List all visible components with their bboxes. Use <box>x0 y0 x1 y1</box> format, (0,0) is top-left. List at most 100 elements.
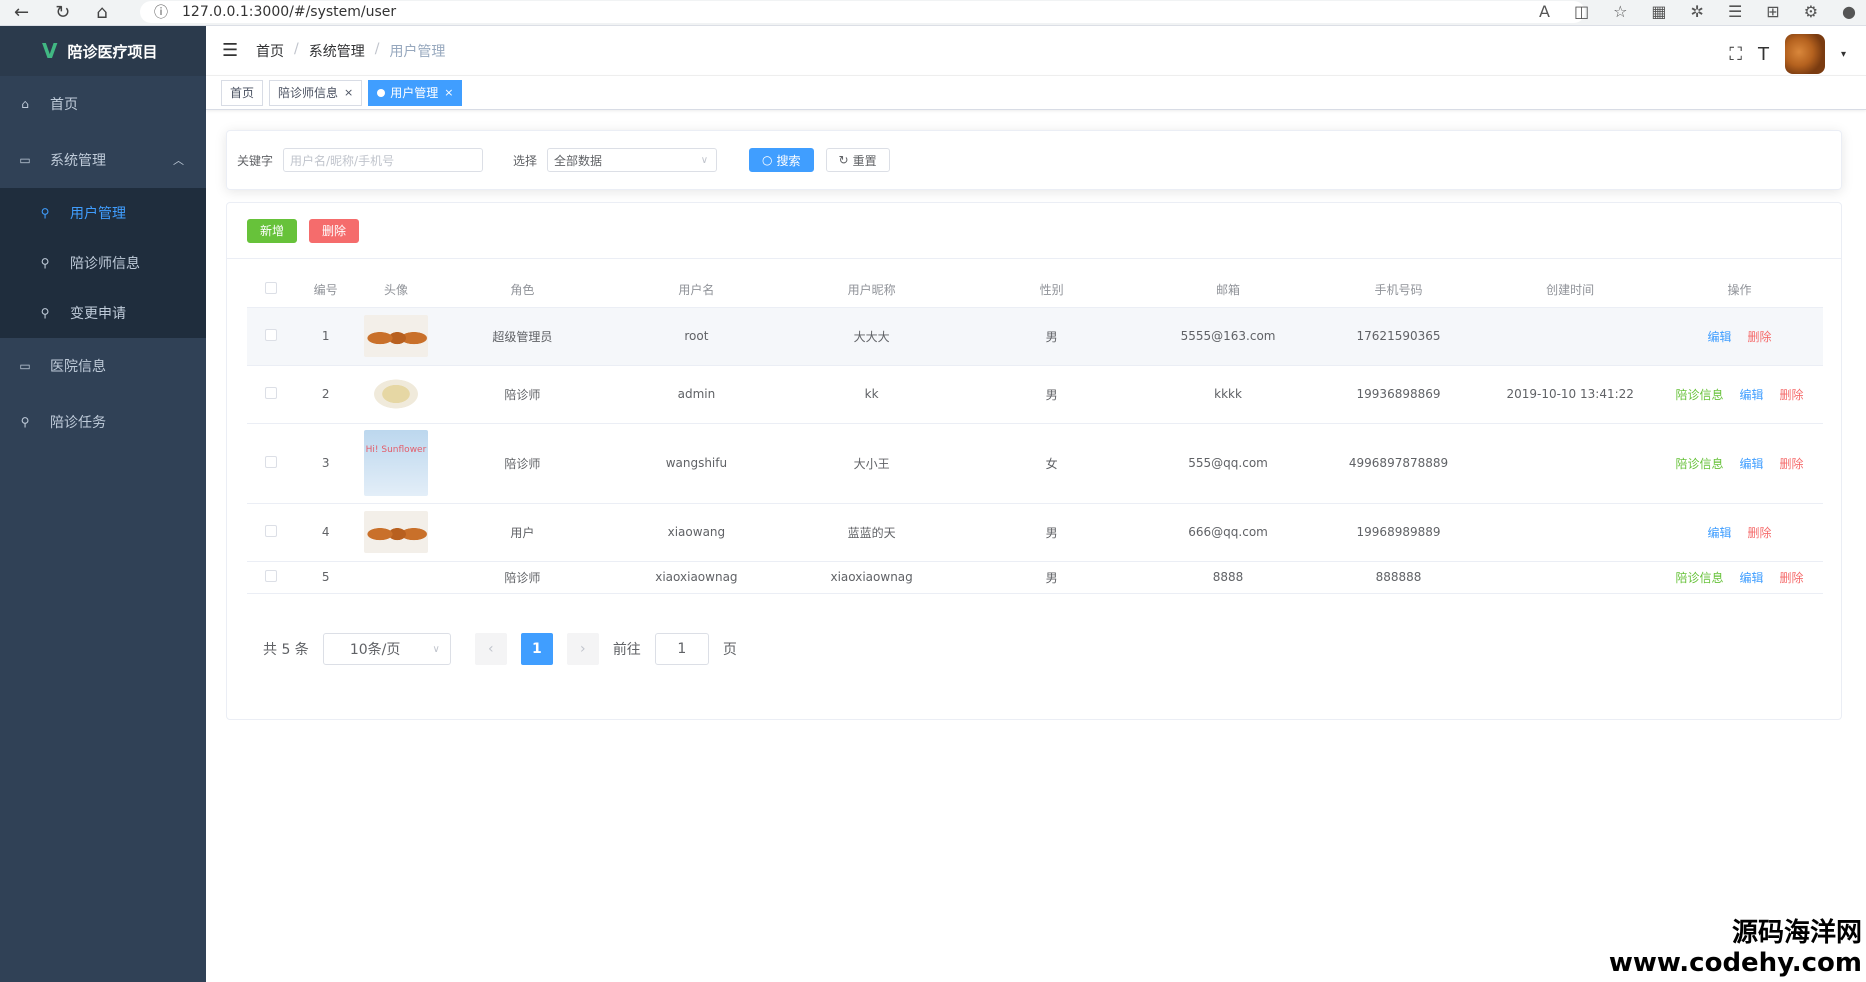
select-all-checkbox[interactable] <box>264 282 277 295</box>
tag-home[interactable]: 首页 <box>221 79 264 106</box>
avatar-thumbnail[interactable] <box>363 511 428 553</box>
cell-role: 陪诊师 <box>435 561 610 594</box>
tag-escort-info[interactable]: 陪诊师信息 × <box>269 79 363 106</box>
watermark-cn: 源码海洋网 <box>1731 918 1862 948</box>
row-checkbox[interactable] <box>264 455 277 468</box>
row-checkbox[interactable] <box>264 569 277 582</box>
next-page-button[interactable]: › <box>566 633 599 665</box>
edit-link[interactable]: 编辑 <box>1707 328 1731 345</box>
profile-icon[interactable]: ● <box>1842 2 1856 21</box>
table-row[interactable]: 3 Hi! Sunflower 陪诊师 wangshifu 大小王 女 555@… <box>247 423 1823 504</box>
table-header-row: 编号 头像 角色 用户名 用户昵称 性别 邮箱 手机号码 创建时间 操作 <box>247 273 1823 308</box>
escort-info-link[interactable]: 陪诊信息 <box>1675 455 1723 472</box>
chevron-up-icon: ︿ <box>173 154 184 167</box>
caret-down-icon[interactable]: ▾ <box>1841 49 1846 60</box>
row-checkbox[interactable] <box>264 524 277 537</box>
cell-email: 5555@163.com <box>1143 307 1313 366</box>
cell-created <box>1484 561 1657 594</box>
search-form: 关键字 用户名/昵称/手机号 选择 全部数据 ∨ ○ 搜索 ↻ 重置 <box>226 130 1842 190</box>
avatar-thumbnail[interactable] <box>363 373 428 415</box>
sidebar-item-hospital[interactable]: ▭ 医院信息 <box>0 338 206 394</box>
batch-delete-button[interactable]: 删除 <box>309 218 360 243</box>
escort-info-link[interactable]: 陪诊信息 <box>1675 386 1723 403</box>
sidebar-item-escort-info[interactable]: ⚲ 陪诊师信息 <box>0 238 206 288</box>
table-row[interactable]: 4 用户 xiaowang 蓝蓝的天 男 666@qq.com 19968989… <box>247 503 1823 562</box>
app-title: 陪诊医疗项目 <box>67 42 158 61</box>
delete-link[interactable]: 删除 <box>1748 328 1772 345</box>
row-checkbox[interactable] <box>264 386 277 399</box>
sidebar-item-home[interactable]: ⌂ 首页 <box>0 76 206 132</box>
avatar[interactable] <box>1784 34 1825 74</box>
search-icon: ○ <box>762 153 773 167</box>
edit-link[interactable]: 编辑 <box>1740 386 1764 403</box>
tag-label: 用户管理 <box>390 86 439 100</box>
delete-link[interactable]: 删除 <box>1780 455 1804 472</box>
fullscreen-icon[interactable]: ⛶ <box>1729 44 1742 65</box>
table-row[interactable]: 1 超级管理员 root 大大大 男 5555@163.com 17621590… <box>247 307 1823 366</box>
page-number-current[interactable]: 1 <box>520 633 553 665</box>
sidebar-item-label: 首页 <box>50 97 78 113</box>
reload-icon[interactable]: ↻ <box>55 2 70 23</box>
sidebar-item-label: 用户管理 <box>70 206 126 222</box>
delete-link[interactable]: 删除 <box>1780 569 1804 586</box>
read-aloud-icon[interactable]: A <box>1539 2 1550 21</box>
hamburger-icon[interactable]: ☰ <box>222 40 246 61</box>
breadcrumb-separator: / <box>374 40 380 57</box>
puzzle-icon[interactable]: ✲ <box>1691 2 1704 21</box>
table-row[interactable]: 5 陪诊师 xiaoxiaownag xiaoxiaownag 男 8888 8… <box>247 561 1823 594</box>
column-header: 角色 <box>435 273 610 308</box>
back-icon[interactable]: ← <box>14 2 29 23</box>
edit-link[interactable]: 编辑 <box>1740 455 1764 472</box>
system-submenu: ⚲ 用户管理 ⚲ 陪诊师信息 ⚲ 变更申请 <box>0 188 206 338</box>
row-checkbox[interactable] <box>264 328 277 341</box>
cell-gender: 男 <box>959 365 1144 424</box>
breadcrumb-item[interactable]: 首页 <box>256 41 284 61</box>
breadcrumb-item[interactable]: 系统管理 <box>309 41 365 61</box>
delete-link[interactable]: 删除 <box>1748 524 1772 541</box>
split-screen-icon[interactable]: ◫ <box>1574 2 1589 21</box>
reset-button[interactable]: ↻ 重置 <box>825 148 890 172</box>
font-size-icon[interactable]: T <box>1758 44 1769 65</box>
cell-role: 陪诊师 <box>435 423 610 504</box>
cell-nickname: 蓝蓝的天 <box>783 503 960 562</box>
cell-phone: 17621590365 <box>1312 307 1485 366</box>
table-row[interactable]: 2 陪诊师 admin kk 男 kkkk 19936898869 2019-1… <box>247 365 1823 424</box>
collections-icon[interactable]: ⊞ <box>1766 2 1779 21</box>
avatar-thumbnail[interactable]: Hi! Sunflower <box>363 430 428 496</box>
sidebar-item-change-request[interactable]: ⚲ 变更申请 <box>0 288 206 338</box>
cell-gender: 男 <box>959 561 1144 594</box>
close-icon[interactable]: × <box>344 86 353 99</box>
data-filter-select[interactable]: 全部数据 ∨ <box>547 148 718 172</box>
cell-phone: 4996897878889 <box>1312 423 1485 504</box>
favorite-star-icon[interactable]: ☆ <box>1613 2 1627 21</box>
edit-link[interactable]: 编辑 <box>1707 524 1731 541</box>
favorites-icon[interactable]: ☰ <box>1728 2 1742 21</box>
app-logo[interactable]: V 陪诊医疗项目 <box>0 26 206 76</box>
chevron-down-icon: ∨ <box>432 643 440 655</box>
close-icon[interactable]: × <box>444 86 453 99</box>
page-size-select[interactable]: 10条/页 ∨ <box>322 633 451 665</box>
edit-link[interactable]: 编辑 <box>1740 569 1764 586</box>
keyword-input[interactable]: 用户名/昵称/手机号 <box>283 148 484 172</box>
settings-icon[interactable]: ⚙ <box>1804 2 1818 21</box>
address-bar[interactable]: ⓘ 127.0.0.1:3000/#/system/user <box>140 1 1585 23</box>
delete-link[interactable]: 删除 <box>1780 386 1804 403</box>
user-group-icon: ⚲ <box>20 415 30 429</box>
table-card: 新增 删除 编号 头像 角色 用户名 用户昵称 性别 邮箱 手机号码 创建时间 … <box>226 202 1842 720</box>
cell-id: 1 <box>294 307 357 366</box>
goto-page-input[interactable]: 1 <box>654 633 709 665</box>
monitor-icon: ▭ <box>19 359 31 373</box>
tag-user-management[interactable]: 用户管理 × <box>368 79 463 106</box>
avatar-thumbnail[interactable] <box>363 315 428 357</box>
user-icon: ⚲ <box>40 306 50 320</box>
sidebar: V 陪诊医疗项目 ⌂ 首页 ▭ 系统管理 ︿ ⚲ 用户管理 ⚲ 陪诊师信息 ⚲ … <box>0 26 206 982</box>
sidebar-item-system[interactable]: ▭ 系统管理 ︿ <box>0 132 206 188</box>
home-icon[interactable]: ⌂ <box>96 2 107 23</box>
extension-icon[interactable]: ▦ <box>1651 2 1666 21</box>
sidebar-item-escort-task[interactable]: ⚲ 陪诊任务 <box>0 394 206 450</box>
escort-info-link[interactable]: 陪诊信息 <box>1675 569 1723 586</box>
add-button[interactable]: 新增 <box>247 218 298 243</box>
sidebar-item-user-management[interactable]: ⚲ 用户管理 <box>0 188 206 238</box>
prev-page-button[interactable]: ‹ <box>474 633 507 665</box>
search-button[interactable]: ○ 搜索 <box>749 148 814 172</box>
